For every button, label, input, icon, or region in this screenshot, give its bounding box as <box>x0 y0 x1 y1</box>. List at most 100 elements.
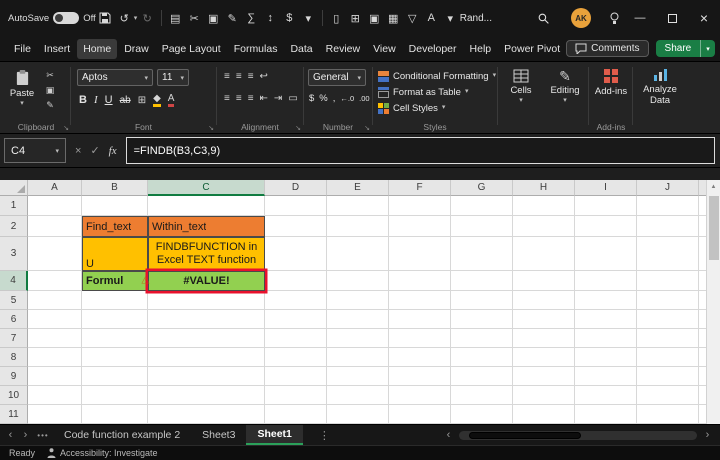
horizontal-scrollbar[interactable]: ‹ › <box>441 425 720 445</box>
redo-icon[interactable]: ↻ <box>138 6 157 30</box>
new-file-icon[interactable]: ▯ <box>327 6 346 30</box>
cell-H9[interactable] <box>513 367 575 386</box>
scroll-up-icon[interactable]: ▲ <box>707 180 720 193</box>
column-header-A[interactable]: A <box>28 180 82 196</box>
vertical-scrollbar[interactable]: ▲ <box>706 180 720 424</box>
scroll-right-icon[interactable]: › <box>700 429 715 441</box>
cell-F6[interactable] <box>389 310 451 329</box>
error-trace-icon[interactable]: ⚠ <box>141 276 150 287</box>
cell-G7[interactable] <box>451 329 513 348</box>
cell-C7[interactable] <box>148 329 265 348</box>
row-header-1[interactable]: 1 <box>0 196 28 216</box>
comments-button[interactable]: Comments <box>566 40 649 57</box>
cell-G5[interactable] <box>451 291 513 310</box>
format-painter-icon[interactable]: ✎ <box>223 6 242 30</box>
cell-C9[interactable] <box>148 367 265 386</box>
menu-tab-data[interactable]: Data <box>284 39 318 59</box>
cell-H11[interactable] <box>513 405 575 424</box>
comma-format-button[interactable]: , <box>333 93 336 104</box>
cell-E1[interactable] <box>327 196 389 216</box>
percent-format-button[interactable]: % <box>319 93 327 104</box>
strikethrough-button[interactable]: ab <box>120 95 131 106</box>
row-header-4[interactable]: 4 <box>0 271 28 291</box>
cell-F11[interactable] <box>389 405 451 424</box>
bold-button[interactable]: B <box>79 94 87 106</box>
cell-F5[interactable] <box>389 291 451 310</box>
number-format-select[interactable]: General ▾ <box>308 69 366 86</box>
cell-E8[interactable] <box>327 348 389 367</box>
cell-A8[interactable] <box>28 348 82 367</box>
cell-I9[interactable] <box>575 367 637 386</box>
cell-D11[interactable] <box>265 405 327 424</box>
cell-C5[interactable] <box>148 291 265 310</box>
cell-G9[interactable] <box>451 367 513 386</box>
align-top-icon[interactable]: ≡ <box>224 71 230 82</box>
cell-B10[interactable] <box>82 386 148 405</box>
all-sheets-icon[interactable]: ••• <box>33 425 53 445</box>
font-icon[interactable]: A <box>422 6 441 30</box>
cell-A9[interactable] <box>28 367 82 386</box>
select-all-corner[interactable] <box>0 180 28 196</box>
cell-C3[interactable]: FINDBFUNCTION in Excel TEXT function <box>148 237 265 271</box>
cell-H6[interactable] <box>513 310 575 329</box>
menu-tab-developer[interactable]: Developer <box>403 39 463 59</box>
cell-D10[interactable] <box>265 386 327 405</box>
cell-E6[interactable] <box>327 310 389 329</box>
cell-G2[interactable] <box>451 216 513 237</box>
increase-indent-icon[interactable]: ⇥ <box>274 93 282 104</box>
alignment-dialog-launcher-icon[interactable]: ↘ <box>295 124 301 132</box>
cell-A4[interactable] <box>28 271 82 291</box>
search-icon[interactable] <box>534 6 553 30</box>
cell-G3[interactable] <box>451 237 513 271</box>
cell-H5[interactable] <box>513 291 575 310</box>
cell-E3[interactable] <box>327 237 389 271</box>
cell-D2[interactable] <box>265 216 327 237</box>
font-name-select[interactable]: Aptos ▾ <box>77 69 153 86</box>
cell-F9[interactable] <box>389 367 451 386</box>
cell-G4[interactable] <box>451 271 513 291</box>
align-center-icon[interactable]: ≡ <box>236 93 242 104</box>
cell-H2[interactable] <box>513 216 575 237</box>
cell-H8[interactable] <box>513 348 575 367</box>
close-button[interactable]: × <box>688 0 720 36</box>
column-header-H[interactable]: H <box>513 180 575 196</box>
cells-button[interactable]: Cells ▾ <box>499 62 543 120</box>
cell-I8[interactable] <box>575 348 637 367</box>
format-painter-icon[interactable]: ✎ <box>42 100 58 111</box>
grid-icon[interactable]: ⊞ <box>346 6 365 30</box>
menu-tab-view[interactable]: View <box>367 39 402 59</box>
table-icon[interactable]: ▦ <box>384 6 403 30</box>
row-header-5[interactable]: 5 <box>0 291 28 310</box>
column-header-J[interactable]: J <box>637 180 699 196</box>
avatar[interactable]: AK <box>571 8 591 28</box>
increase-decimal-button[interactable]: ←.0 <box>340 94 354 103</box>
menu-tab-home[interactable]: Home <box>77 38 118 59</box>
cell-E10[interactable] <box>327 386 389 405</box>
analyze-data-button[interactable]: Analyze Data <box>634 62 686 120</box>
cell-A6[interactable] <box>28 310 82 329</box>
cell-G1[interactable] <box>451 196 513 216</box>
cell-E9[interactable] <box>327 367 389 386</box>
cell-C4[interactable]: #VALUE! <box>148 271 265 291</box>
font-size-select[interactable]: 11 ▾ <box>157 69 189 86</box>
cell-F2[interactable] <box>389 216 451 237</box>
font-color-button[interactable]: A <box>167 93 175 107</box>
cell-A11[interactable] <box>28 405 82 424</box>
cell-D6[interactable] <box>265 310 327 329</box>
scroll-left-icon[interactable]: ‹ <box>441 429 456 441</box>
sheet-tab-code-function-example-2[interactable]: Code function example 2 <box>53 425 191 445</box>
cell-B8[interactable] <box>82 348 148 367</box>
cell-F10[interactable] <box>389 386 451 405</box>
column-header-C[interactable]: C <box>148 180 265 196</box>
sheet-tab-sheet1[interactable]: Sheet1 <box>246 425 303 445</box>
cell-B2[interactable]: Find_text <box>82 216 148 237</box>
menu-tab-power-pivot[interactable]: Power Pivot <box>498 39 566 59</box>
picture-icon[interactable]: ▣ <box>365 6 384 30</box>
vertical-scroll-thumb[interactable] <box>709 196 719 260</box>
cell-A10[interactable] <box>28 386 82 405</box>
cell-I10[interactable] <box>575 386 637 405</box>
column-header-F[interactable]: F <box>389 180 451 196</box>
align-bottom-icon[interactable]: ≡ <box>248 71 254 82</box>
share-button[interactable]: Share ▾ <box>655 40 715 57</box>
cell-H4[interactable] <box>513 271 575 291</box>
